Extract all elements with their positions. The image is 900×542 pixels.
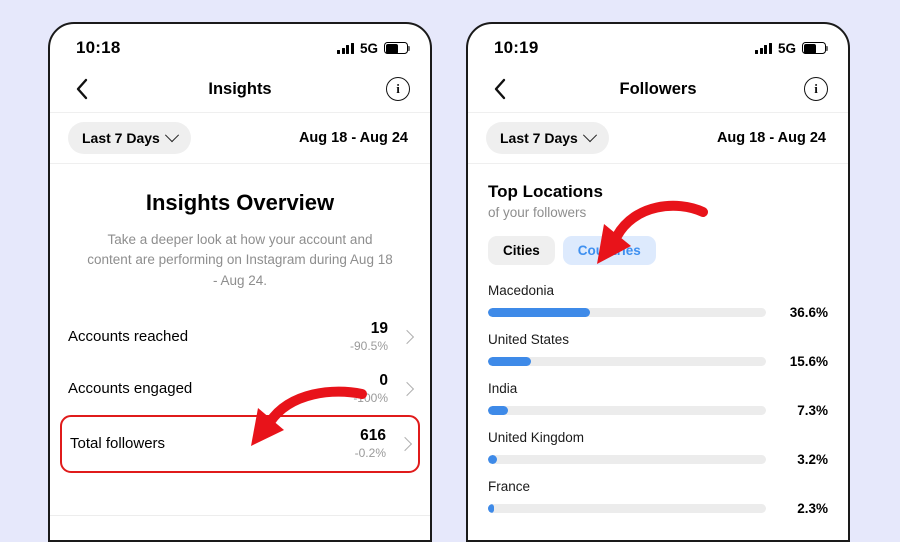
chevron-down-icon [164,128,179,143]
overview-subtitle: Take a deeper look at how your account a… [87,232,393,288]
metric-values: 0 -100% [353,372,388,406]
top-locations-header: Top Locations of your followers [468,164,848,220]
bar-track [488,406,766,415]
metric-row-total-followers[interactable]: Total followers 616 -0.2% [60,414,420,473]
network-label: 5G [359,40,378,56]
metric-delta: -0.2% [354,445,386,460]
date-range-selector-label: Last 7 Days [82,130,160,146]
bar-fill [488,357,532,366]
date-range-text: Aug 18 - Aug 24 [716,130,826,146]
chevron-left-icon [494,78,505,100]
overview-title: Insights Overview [145,190,335,215]
country-percent: 2.3% [797,501,828,516]
signal-bars-icon [337,42,354,54]
countries-bar-chart: Macedonia 36.6% United States 15.6% Indi… [468,265,848,516]
status-clock: 10:19 [494,38,539,57]
metric-values: 19 -90.5% [350,320,388,354]
metric-value: 0 [379,371,388,389]
status-bar-left: 10:18 5G [50,24,430,66]
info-circle-icon[interactable]: i [386,77,410,101]
status-indicators: 5G [337,40,411,56]
list-item: France 2.3% [488,479,828,516]
tab-countries[interactable]: Countries [562,236,656,265]
status-bar-right: 10:19 5G [468,24,848,66]
back-button[interactable] [68,76,94,102]
bar-track [488,308,766,317]
country-name: India [488,381,518,396]
chevron-down-icon [582,128,597,143]
metric-value: 19 [370,319,388,337]
page-title: Insights [208,79,272,98]
chevron-right-icon [399,329,415,344]
metrics-list: Accounts reached 19 -90.5% Accounts enga… [50,297,430,473]
metric-label: Accounts reached [68,328,189,346]
chevron-left-icon [76,78,87,100]
bottom-divider [50,515,430,516]
range-row-right: Last 7 Days Aug 18 - Aug 24 [468,113,848,164]
country-percent: 36.6% [789,305,828,320]
metric-row-accounts-reached[interactable]: Accounts reached 19 -90.5% [50,311,430,363]
country-name: France [488,479,531,494]
metric-label: Total followers [70,435,166,453]
country-name: United Kingdom [488,430,585,445]
battery-icon [802,42,829,55]
country-percent: 3.2% [797,452,828,467]
date-range-text: Aug 18 - Aug 24 [298,130,408,146]
phone-insights: 10:18 5G Insights i Last 7 Days Aug 18 -… [48,22,432,542]
list-item: India 7.3% [488,381,828,418]
nav-bar-left: Insights i [50,66,430,113]
metric-values: 616 -0.2% [355,427,386,461]
screenshot-stage: 10:18 5G Insights i Last 7 Days Aug 18 -… [0,0,900,542]
back-button[interactable] [486,76,512,102]
bar-fill [488,308,590,317]
insights-overview: Insights Overview Take a deeper look at … [50,164,430,297]
bar-fill [488,406,509,415]
network-label: 5G [777,40,796,56]
country-percent: 15.6% [789,354,828,369]
date-range-selector[interactable]: Last 7 Days [486,122,609,154]
country-name: Macedonia [488,283,555,298]
bar-fill [488,455,497,464]
list-item: United Kingdom 3.2% [488,430,828,467]
chevron-right-icon [397,436,413,451]
date-range-selector[interactable]: Last 7 Days [68,122,191,154]
range-row-left: Last 7 Days Aug 18 - Aug 24 [50,113,430,164]
bar-track [488,504,766,513]
bar-fill [488,504,495,513]
nav-bar-right: Followers i [468,66,848,113]
metric-delta: -90.5% [349,338,388,353]
list-item: United States 15.6% [488,332,828,369]
metric-delta: -100% [353,390,388,405]
page-title: Followers [619,79,697,98]
date-range-selector-label: Last 7 Days [500,130,578,146]
country-percent: 7.3% [797,403,828,418]
bar-track [488,357,766,366]
info-circle-icon[interactable]: i [804,77,828,101]
chevron-right-icon [399,381,415,396]
battery-icon [384,42,411,55]
status-indicators: 5G [755,40,829,56]
status-clock: 10:18 [76,38,121,57]
metric-value: 616 [360,426,386,444]
bar-track [488,455,766,464]
phone-followers: 10:19 5G Followers i Last 7 Days Aug 18 … [466,22,850,542]
metric-label: Accounts engaged [68,380,193,398]
metric-row-accounts-engaged[interactable]: Accounts engaged 0 -100% [50,363,430,415]
top-locations-title: Top Locations [488,182,603,201]
top-locations-subtitle: of your followers [488,205,587,220]
list-item: Macedonia 36.6% [488,283,828,320]
country-name: United States [488,332,570,347]
tab-cities[interactable]: Cities [488,236,555,265]
location-tabs: Cities Countries [468,220,848,265]
signal-bars-icon [755,42,772,54]
